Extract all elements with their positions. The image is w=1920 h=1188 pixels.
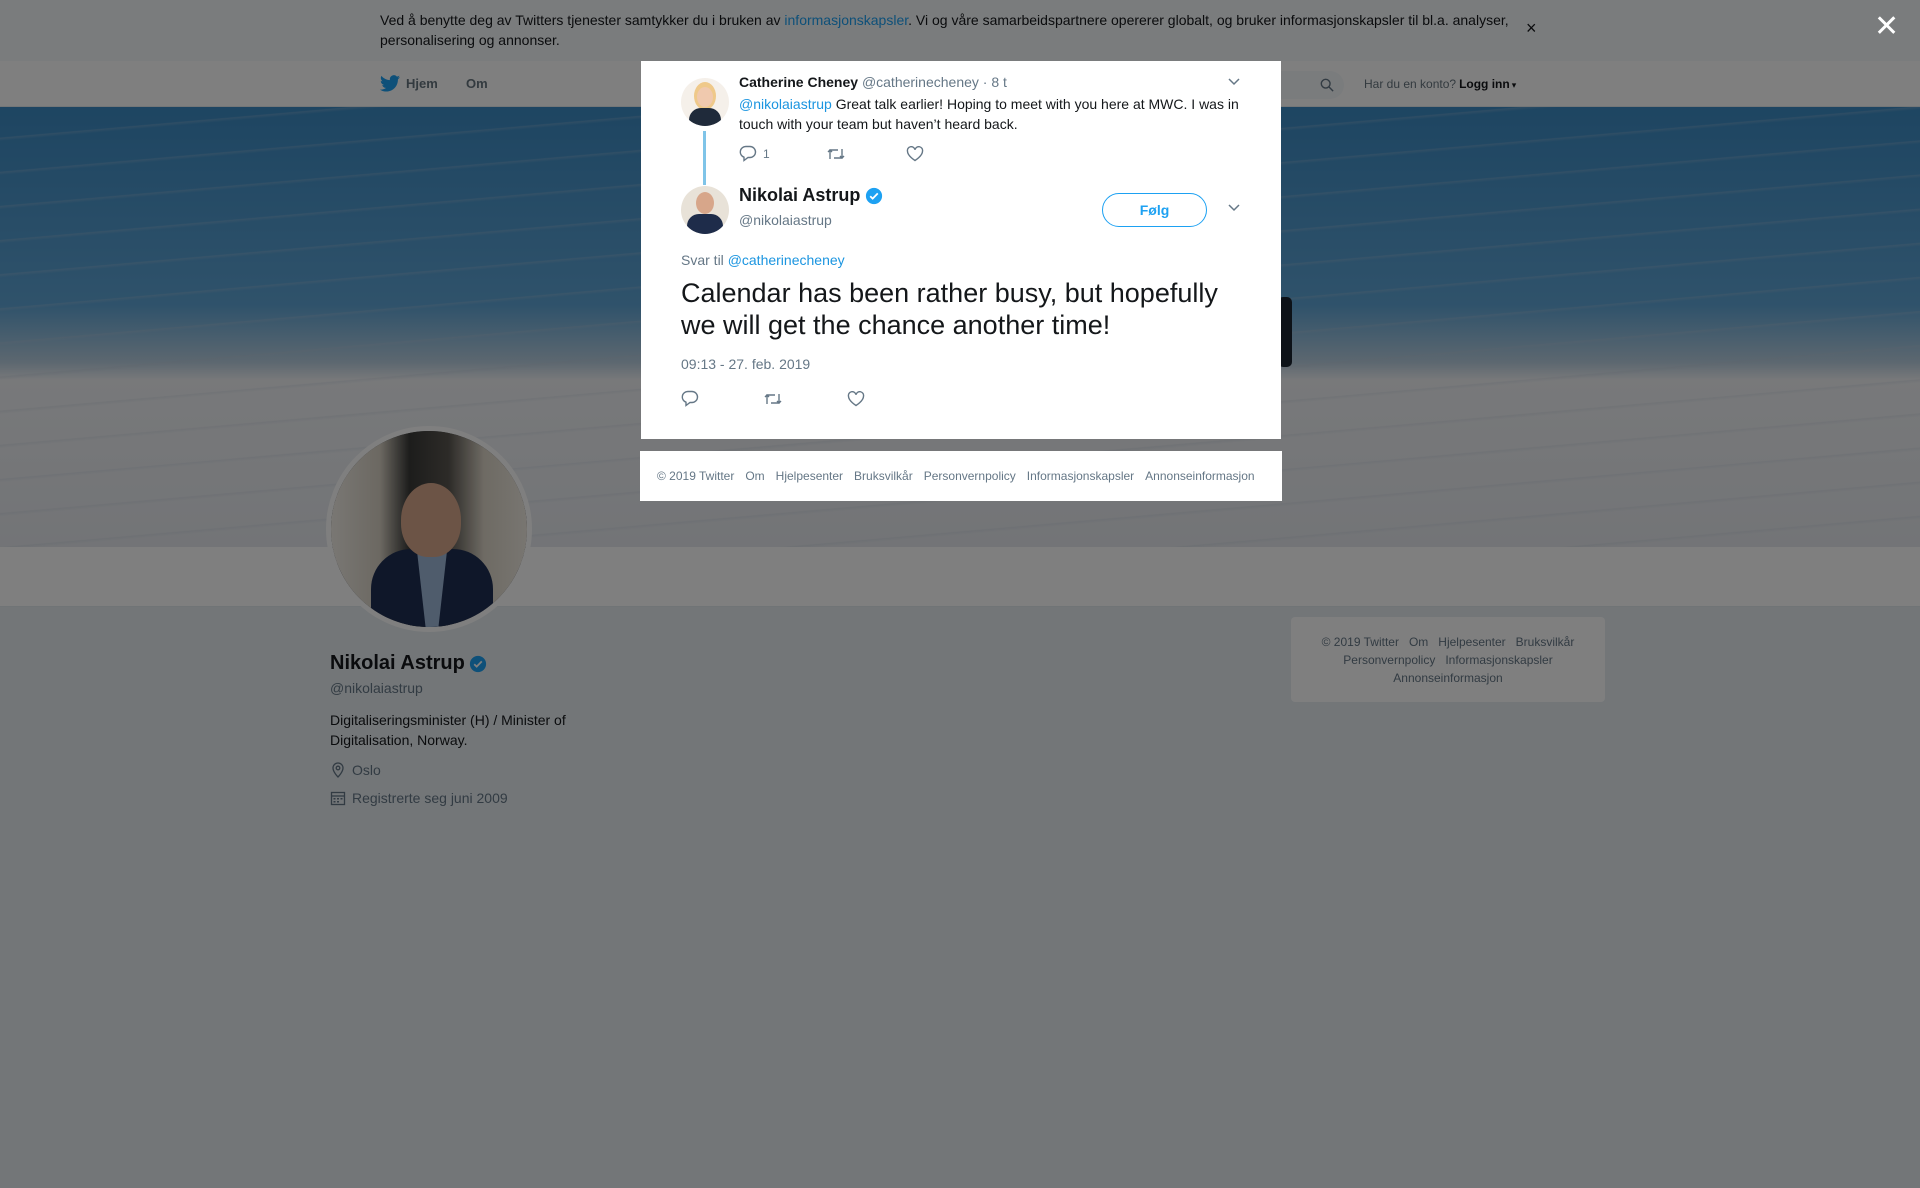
main-tweet-timestamp[interactable]: 09:13 - 27. feb. 2019 xyxy=(681,356,810,372)
verified-badge-icon xyxy=(866,187,883,204)
heart-icon[interactable] xyxy=(906,145,924,162)
parent-tweet-avatar[interactable] xyxy=(681,78,729,126)
tweet-modal: Catherine Cheney @catherinecheney · 8 t … xyxy=(641,61,1281,439)
avatar-face xyxy=(697,87,713,107)
chevron-down-icon[interactable] xyxy=(1227,77,1241,87)
main-tweet-handle[interactable]: @nikolaiastrup xyxy=(739,212,832,228)
reply-icon xyxy=(739,145,757,162)
parent-tweet-time[interactable]: · 8 t xyxy=(983,74,1007,90)
footer-link-about[interactable]: Om xyxy=(745,469,764,483)
reply-to-mention[interactable]: @catherinecheney xyxy=(728,252,845,268)
main-tweet-actions xyxy=(681,390,865,407)
footer-link-copyright[interactable]: © 2019 Twitter xyxy=(657,469,734,483)
parent-tweet-handle[interactable]: @catherinecheney xyxy=(862,74,979,90)
main-tweet-avatar[interactable] xyxy=(681,186,729,234)
thread-connector-line xyxy=(703,131,706,185)
avatar-face xyxy=(696,192,714,214)
main-tweet-name[interactable]: Nikolai Astrup xyxy=(739,185,883,206)
retweet-icon[interactable] xyxy=(826,146,846,162)
modal-footer: © 2019 Twitter Om Hjelpesenter Bruksvilk… xyxy=(640,451,1282,501)
main-tweet-text: Calendar has been rather busy, but hopef… xyxy=(681,278,1218,340)
reply-to-label: Svar til xyxy=(681,252,728,268)
reply-count: 1 xyxy=(763,146,770,161)
retweet-icon[interactable] xyxy=(763,391,783,407)
main-tweet-name-text: Nikolai Astrup xyxy=(739,185,861,205)
footer-link-terms[interactable]: Bruksvilkår xyxy=(854,469,913,483)
footer-link-cookies[interactable]: Informasjonskapsler xyxy=(1027,469,1134,483)
parent-tweet-text: @nikolaiastrup Great talk earlier! Hopin… xyxy=(739,94,1259,134)
parent-tweet-actions: 1 xyxy=(739,145,924,162)
avatar-body xyxy=(689,108,721,126)
reply-icon[interactable] xyxy=(681,390,699,407)
heart-icon[interactable] xyxy=(847,390,865,407)
parent-tweet-mention[interactable]: @nikolaiastrup xyxy=(739,96,832,112)
chevron-down-icon[interactable] xyxy=(1227,203,1241,213)
close-modal-button[interactable]: ✕ xyxy=(1874,12,1899,42)
reply-context: Svar til @catherinecheney xyxy=(681,252,845,268)
footer-link-privacy[interactable]: Personvernpolicy xyxy=(924,469,1016,483)
parent-tweet-header: Catherine Cheney @catherinecheney · 8 t xyxy=(739,74,1007,90)
footer-link-help[interactable]: Hjelpesenter xyxy=(776,469,843,483)
follow-button[interactable]: Følg xyxy=(1102,193,1207,227)
avatar-body xyxy=(687,214,723,234)
parent-tweet-name[interactable]: Catherine Cheney xyxy=(739,74,858,90)
footer-link-ads[interactable]: Annonseinformasjon xyxy=(1145,469,1254,483)
reply-button[interactable]: 1 xyxy=(739,145,770,162)
